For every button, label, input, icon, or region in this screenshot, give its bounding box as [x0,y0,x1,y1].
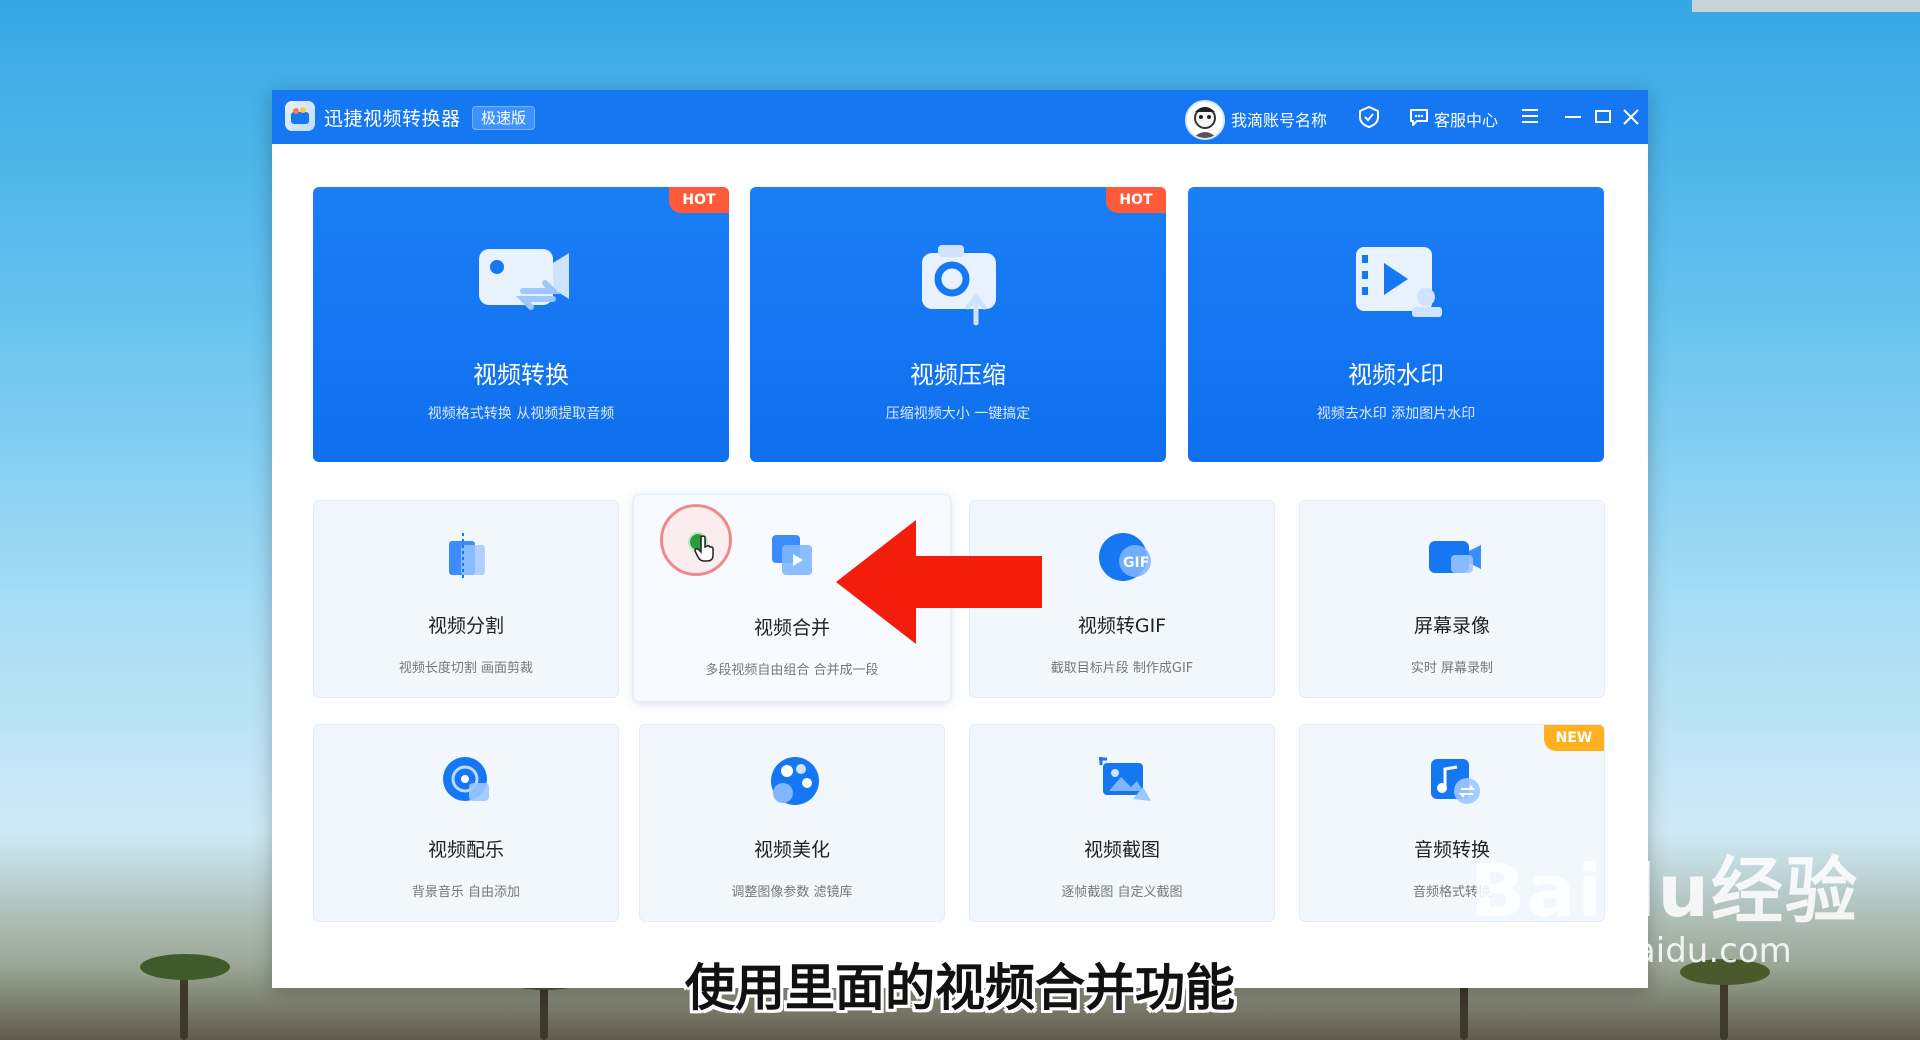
close-button[interactable] [1618,105,1644,129]
edition-badge: 极速版 [472,106,536,130]
tool-card-title: 视频配乐 [427,839,504,861]
screen-record-icon [1427,531,1481,583]
feature-card-title: 视频压缩 [910,361,1006,389]
feature-card-desc: 视频去水印 添加图片水印 [1316,406,1476,422]
customer-service-link[interactable]: 客服中心 [1434,107,1498,131]
feature-card-video-compress[interactable]: HOT 视频压缩 压缩视频大小 一键搞定 [750,187,1166,462]
tool-card-video-beautify[interactable]: 视频美化 调整图像参数 滤镜库 [639,724,945,922]
tool-card-desc: 背景音乐 自由添加 [411,885,521,900]
feature-card-video-watermark[interactable]: 视频水印 视频去水印 添加图片水印 [1188,187,1604,462]
menu-icon[interactable] [1520,106,1540,130]
red-arrow-icon [836,520,1042,644]
app-logo-icon [285,101,315,131]
feature-card-video-convert[interactable]: HOT 视频转换 视频格式转换 从视频提取音频 [313,187,729,462]
tool-card-title: 屏幕录像 [1413,615,1490,637]
video-merge-icon [766,529,818,581]
tool-card-desc: 视频长度切割 画面剪裁 [398,661,534,676]
tool-card-desc: 截取目标片段 制作成GIF [1050,661,1194,676]
desktop-taskbar-fragment [1692,0,1920,12]
tool-card-title: 视频截图 [1083,839,1160,861]
new-badge: NEW [1544,725,1604,751]
maximize-button[interactable] [1590,105,1616,129]
vip-shield-icon[interactable] [1358,105,1380,133]
watermark-sub: jingyan.baidu.com [1478,931,1792,971]
app-title: 迅捷视频转换器 [324,108,461,130]
audio-convert-icon [1427,755,1480,807]
video-convert-icon [473,239,573,329]
title-bar: 迅捷视频转换器 极速版 我滴账号名称 客服中心 [272,90,1648,144]
feature-card-desc: 视频格式转换 从视频提取音频 [427,406,615,422]
video-watermark-icon [1348,239,1448,329]
tool-card-desc: 实时 屏幕录制 [1410,661,1494,676]
tool-card-video-music[interactable]: 视频配乐 背景音乐 自由添加 [313,724,619,922]
feature-card-title: 视频水印 [1348,361,1444,389]
minimize-button[interactable] [1560,105,1586,129]
tool-card-title: 视频美化 [753,839,830,861]
tool-card-desc: 逐帧截图 自定义截图 [1061,885,1183,900]
video-screenshot-icon [1097,755,1151,807]
baidu-watermark: Baidu经验 jingyan.baidu.com [1470,832,1859,971]
cursor-highlight [660,504,732,576]
account-name[interactable]: 我滴账号名称 [1231,107,1327,131]
feature-card-desc: 压缩视频大小 一键搞定 [885,406,1031,422]
video-beautify-icon [767,755,819,807]
tool-card-video-split[interactable]: 视频分割 视频长度切割 画面剪裁 [313,500,619,698]
tool-card-title: 视频分割 [427,615,504,637]
video-split-icon [441,531,493,583]
video-compress-icon [910,239,1010,329]
video-gif-icon: GIF [1097,531,1151,583]
watermark-main: Baidu经验 [1470,849,1859,933]
hand-cursor-icon [693,535,717,567]
tool-card-desc: 调整图像参数 滤镜库 [731,885,853,900]
chat-bubble-icon[interactable] [1408,106,1430,132]
gif-icon-text: GIF [1123,555,1149,571]
avatar[interactable] [1185,100,1225,140]
hot-badge: HOT [1106,187,1166,213]
feature-card-title: 视频转换 [473,361,569,389]
tool-card-desc: 多段视频自由组合 合并成一段 [705,663,879,678]
tool-card-screen-record[interactable]: 屏幕录像 实时 屏幕录制 [1299,500,1605,698]
video-music-icon [441,755,493,807]
hot-badge: HOT [669,187,729,213]
tool-card-video-screenshot[interactable]: 视频截图 逐帧截图 自定义截图 [969,724,1275,922]
